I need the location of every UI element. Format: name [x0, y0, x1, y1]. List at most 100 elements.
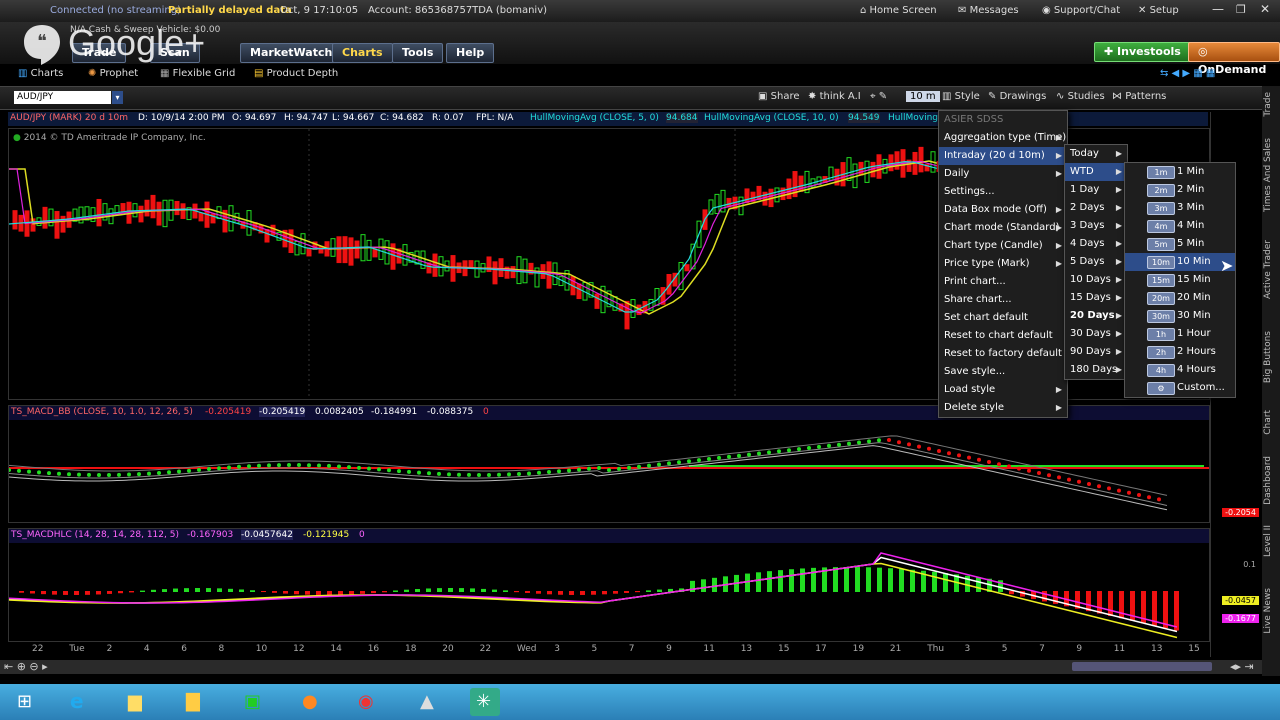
candle	[864, 160, 870, 183]
range-item-4[interactable]: 3 Days ▶	[1065, 217, 1127, 235]
style-item-7[interactable]: Chart type (Candle) ▶	[939, 237, 1067, 255]
right-tab-4[interactable]: Chart	[1263, 410, 1273, 435]
drawings-button[interactable]: ✎ Drawings	[988, 91, 1046, 102]
style-item-16[interactable]: Delete style ▶	[939, 399, 1067, 417]
right-tab-6[interactable]: Level II	[1263, 525, 1273, 557]
chevron-right-icon: ▶	[1055, 259, 1062, 268]
range-item-12[interactable]: 180 Days ▶	[1065, 361, 1127, 379]
style-item-11[interactable]: Set chart default	[939, 309, 1067, 327]
interval-item-0[interactable]: 1m 1 Min	[1125, 163, 1235, 181]
style-item-12[interactable]: Reset to chart default	[939, 327, 1067, 345]
range-item-6[interactable]: 5 Days ▶	[1065, 253, 1127, 271]
chrome-icon[interactable]: ◉	[352, 688, 382, 716]
interval-item-4[interactable]: 5m 5 Min	[1125, 235, 1235, 253]
patterns-button[interactable]: ⋈ Patterns	[1112, 91, 1166, 102]
right-tab-2[interactable]: Active Trader	[1263, 240, 1273, 299]
range-item-5[interactable]: 4 Days ▶	[1065, 235, 1127, 253]
ie-icon[interactable]: e	[64, 688, 94, 716]
style-item-2[interactable]: Intraday (20 d 10m) ▶	[939, 147, 1067, 165]
style-item-8[interactable]: Price type (Mark) ▶	[939, 255, 1067, 273]
style-item-5[interactable]: Data Box mode (Off) ▶	[939, 201, 1067, 219]
think-ai-button[interactable]: ✸ think A.I	[808, 91, 861, 102]
macd-bb-panel[interactable]: TS_MACD_BB (CLOSE, 10, 1.0, 12, 26, 5) -…	[8, 405, 1210, 523]
home-screen-button[interactable]: ⌂ Home Screen	[860, 5, 937, 16]
style-item-3[interactable]: Daily ▶	[939, 165, 1067, 183]
right-tab-7[interactable]: Live News	[1263, 588, 1273, 634]
firefox-icon[interactable]: ●	[296, 688, 326, 716]
style-item-9[interactable]: Print chart...	[939, 273, 1067, 291]
range-item-9[interactable]: 20 Days ▶	[1065, 307, 1127, 325]
style-item-6[interactable]: Chart mode (Standard) ▶	[939, 219, 1067, 237]
subtab-prophet[interactable]: ✺ Prophet	[88, 66, 138, 82]
style-item-14[interactable]: Save style...	[939, 363, 1067, 381]
style-item-0[interactable]: ASIER SDSS	[939, 111, 1067, 129]
layout-icons[interactable]: ⇆ ◀ ▶ ▦ ▦	[1160, 68, 1215, 79]
messages-button[interactable]: ✉ Messages	[958, 5, 1019, 16]
subtab-product-depth[interactable]: ▤ Product Depth	[254, 66, 338, 82]
setup-button[interactable]: ✕ Setup	[1138, 5, 1179, 16]
scrollbar-thumb[interactable]	[1072, 662, 1212, 671]
interval-item-1[interactable]: 2m 2 Min	[1125, 181, 1235, 199]
right-tab-1[interactable]: Times And Sales	[1263, 138, 1273, 212]
menu-tools[interactable]: Tools	[392, 43, 444, 63]
menu-help[interactable]: Help	[446, 43, 495, 63]
interval-item-9[interactable]: 1h 1 Hour	[1125, 325, 1235, 343]
style-item-4[interactable]: Settings...	[939, 183, 1067, 201]
range-item-2[interactable]: 1 Day ▶	[1065, 181, 1127, 199]
scroll-arrows[interactable]: ◂▸ ⇥	[1230, 660, 1254, 673]
interval-item-2[interactable]: 3m 3 Min	[1125, 199, 1235, 217]
candle	[264, 229, 270, 243]
investools-button[interactable]: ✚ Investools	[1094, 42, 1191, 62]
right-tab-0[interactable]: Trade	[1263, 92, 1273, 117]
symbol-dropdown[interactable]: ▾	[112, 91, 123, 104]
interval-item-5[interactable]: 10m 10 Min	[1125, 253, 1235, 271]
interval-item-6[interactable]: 15m 15 Min	[1125, 271, 1235, 289]
subtab-charts[interactable]: ▥ Charts	[18, 66, 63, 82]
menu-charts[interactable]: Charts	[332, 43, 393, 63]
range-item-3[interactable]: 2 Days ▶	[1065, 199, 1127, 217]
maximize-button[interactable]: ❐	[1236, 3, 1246, 16]
zoom-icons[interactable]: ⇤ ⊕ ⊖ ▸	[4, 660, 48, 673]
range-item-1[interactable]: WTD ▶	[1065, 163, 1127, 181]
menu-marketwatch[interactable]: MarketWatch	[240, 43, 343, 63]
macd-dot	[667, 461, 671, 466]
style-item-1[interactable]: Aggregation type (Time) ▶	[939, 129, 1067, 147]
thinkorswim-icon[interactable]: ✳	[470, 688, 500, 716]
style-menu-button[interactable]: ▥ Style	[942, 91, 980, 102]
support-chat-button[interactable]: ◉ Support/Chat	[1042, 5, 1120, 16]
explorer-icon[interactable]: ▇	[180, 688, 210, 716]
style-item-10[interactable]: Share chart...	[939, 291, 1067, 309]
interval-item-8[interactable]: 30m 30 Min	[1125, 307, 1235, 325]
subtab-flexible-grid[interactable]: ▦ Flexible Grid	[160, 66, 235, 82]
app-icon[interactable]: ▲	[414, 688, 444, 716]
macd-hlc-panel[interactable]: TS_MACDHLC (14, 28, 14, 28, 112, 5) -0.1…	[8, 528, 1210, 642]
store-icon[interactable]: ▣	[238, 688, 268, 716]
crosshair-icon[interactable]: ⌖ ✎	[870, 91, 887, 102]
bar-high: H: 94.747	[284, 113, 329, 123]
minimize-button[interactable]: —	[1212, 2, 1224, 16]
symbol-input[interactable]: AUD/JPY	[14, 91, 111, 104]
close-button[interactable]: ✕	[1260, 2, 1270, 16]
range-item-10[interactable]: 30 Days ▶	[1065, 325, 1127, 343]
style-item-13[interactable]: Reset to factory default	[939, 345, 1067, 363]
range-item-8[interactable]: 15 Days ▶	[1065, 289, 1127, 307]
interval-item-12[interactable]: ⚙ Custom...	[1125, 379, 1235, 397]
studies-button[interactable]: ∿ Studies	[1056, 91, 1105, 102]
interval-item-3[interactable]: 4m 4 Min	[1125, 217, 1235, 235]
windows-start-icon[interactable]: ⊞	[12, 688, 40, 716]
share-button[interactable]: ▣ Share	[758, 91, 800, 102]
timeframe-chip[interactable]: 10 m	[906, 91, 940, 102]
range-item-11[interactable]: 90 Days ▶	[1065, 343, 1127, 361]
ondemand-button[interactable]: ◎ OnDemand	[1188, 42, 1280, 76]
histogram-bar	[932, 571, 937, 592]
right-tab-5[interactable]: Dashboard	[1263, 456, 1273, 505]
range-item-7[interactable]: 10 Days ▶	[1065, 271, 1127, 289]
style-item-15[interactable]: Load style ▶	[939, 381, 1067, 399]
chart-scrollbar[interactable]: ⇤ ⊕ ⊖ ▸ ◂▸ ⇥	[0, 660, 1262, 674]
interval-item-7[interactable]: 20m 20 Min	[1125, 289, 1235, 307]
interval-item-10[interactable]: 2h 2 Hours	[1125, 343, 1235, 361]
range-item-0[interactable]: Today ▶	[1065, 145, 1127, 163]
folder-icon[interactable]: ▆	[122, 688, 152, 716]
right-tab-3[interactable]: Big Buttons	[1263, 331, 1273, 383]
interval-item-11[interactable]: 4h 4 Hours	[1125, 361, 1235, 379]
